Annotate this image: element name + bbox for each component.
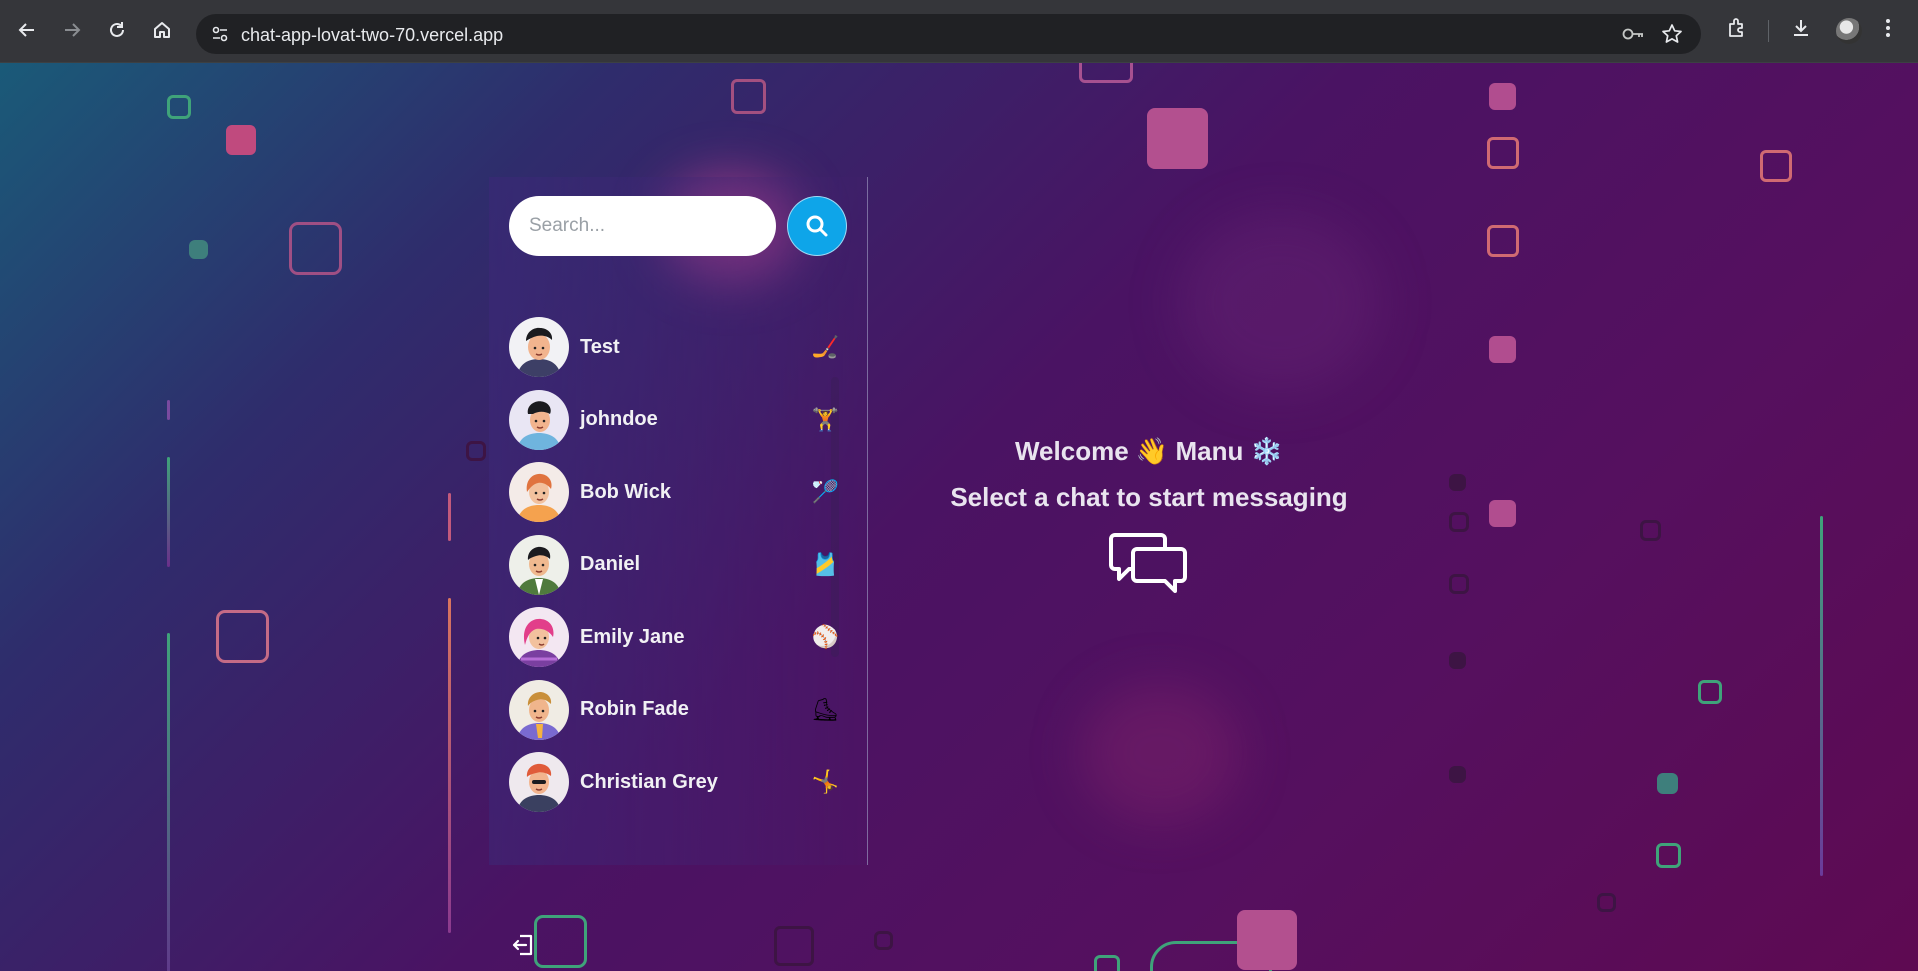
glow-blob (1080, 683, 1240, 823)
download-icon[interactable] (1789, 16, 1813, 45)
url-text: chat-app-lovat-two-70.vercel.app (241, 25, 504, 45)
contact-name: Daniel (580, 553, 641, 576)
cartwheel-emoji-icon: 🤸 (811, 769, 839, 795)
avatar (509, 462, 569, 523)
decor-square (1237, 910, 1297, 970)
avatar (509, 679, 569, 740)
contact-name: Emily Jane (580, 625, 685, 648)
decor-square (1640, 520, 1661, 541)
conversation-item[interactable]: johndoe 🏋 (509, 384, 839, 457)
search-icon (806, 215, 828, 237)
welcome-subtitle: Select a chat to start messaging (950, 482, 1348, 512)
chat-bubbles-icon (869, 531, 1429, 600)
glow-blob (1180, 213, 1380, 393)
decor-line (167, 400, 170, 420)
decor-square (216, 610, 269, 663)
decor-square (1079, 63, 1133, 83)
decor-square (1760, 150, 1792, 182)
browser-toolbar: chat-app-lovat-two-70.vercel.app (0, 0, 1918, 63)
back-icon[interactable] (13, 16, 41, 44)
weightlifter-emoji-icon: 🏋 (811, 406, 839, 432)
decor-square (466, 441, 486, 461)
conversation-list: Test 🏒 johndoe 🏋 Bob Wick 🏸 Daniel 🎽 Emi… (509, 311, 839, 819)
contact-name: Bob Wick (580, 480, 671, 503)
running-shirt-emoji-icon: 🎽 (811, 551, 839, 577)
home-icon[interactable] (148, 16, 176, 44)
decor-square (1147, 108, 1208, 169)
avatar (509, 389, 569, 450)
decor-square (1449, 652, 1466, 669)
contact-name: johndoe (580, 408, 658, 431)
reload-icon[interactable] (103, 16, 131, 44)
decor-square (189, 240, 208, 259)
forward-icon[interactable] (58, 16, 86, 44)
address-bar[interactable]: chat-app-lovat-two-70.vercel.app (196, 14, 1701, 54)
avatar (509, 752, 569, 813)
bookmark-star-icon[interactable] (1661, 23, 1683, 50)
avatar (509, 317, 569, 378)
conversation-item[interactable]: Daniel 🎽 (509, 529, 839, 602)
decor-square (1489, 336, 1516, 363)
decor-square (1656, 843, 1681, 868)
decor-square (874, 931, 893, 950)
contact-name: Test (580, 335, 620, 358)
site-info-icon[interactable] (210, 24, 230, 49)
decor-square (534, 915, 587, 968)
chat-sidebar: Test 🏒 johndoe 🏋 Bob Wick 🏸 (489, 177, 868, 956)
search-button[interactable] (787, 196, 847, 256)
snowflake-emoji-icon: ❄️ (1250, 436, 1284, 466)
conversation-item[interactable]: Robin Fade ⛸ (509, 674, 839, 747)
decor-square (289, 222, 342, 275)
contact-name: Robin Fade (580, 698, 689, 721)
decor-square (1449, 574, 1469, 594)
decor-square (1094, 955, 1120, 971)
welcome-panel: Welcome 👋 Manu ❄️ Select a chat to start… (869, 436, 1429, 600)
app-background: Test 🏒 johndoe 🏋 Bob Wick 🏸 (0, 63, 1918, 971)
contact-name: Christian Grey (580, 770, 718, 793)
ice-skate-emoji-icon: ⛸ (811, 696, 839, 722)
decor-square (1487, 225, 1519, 257)
avatar (509, 534, 569, 595)
decor-square (1657, 773, 1678, 794)
decor-line (448, 493, 451, 541)
avatar (509, 607, 569, 668)
decor-square (226, 125, 256, 155)
decor-line (167, 633, 170, 971)
conversation-item[interactable]: Bob Wick 🏸 (509, 456, 839, 529)
decor-square (1597, 893, 1616, 912)
decor-square (1449, 474, 1466, 491)
decor-square (1449, 512, 1469, 532)
logout-button[interactable] (510, 932, 536, 963)
logout-icon (512, 934, 533, 956)
decor-square (1489, 83, 1516, 110)
decor-square (1487, 137, 1519, 169)
welcome-heading: Welcome 👋 Manu ❄️ (869, 436, 1429, 474)
badminton-emoji-icon: 🏸 (811, 479, 839, 505)
decor-square (167, 95, 191, 119)
conversation-item[interactable]: Test 🏒 (509, 311, 839, 384)
password-key-icon[interactable] (1621, 24, 1645, 49)
decor-square (774, 926, 814, 966)
hockey-emoji-icon: 🏒 (811, 334, 839, 360)
decor-square (1449, 766, 1466, 783)
search-input[interactable] (509, 196, 776, 256)
decor-line (1820, 516, 1823, 876)
baseball-emoji-icon: ⚾ (811, 624, 839, 650)
conversation-item[interactable]: Emily Jane ⚾ (509, 601, 839, 674)
conversation-item[interactable]: Christian Grey 🤸 (509, 746, 839, 819)
decor-square (1698, 680, 1722, 704)
decor-square (1489, 500, 1516, 527)
menu-kebab-icon[interactable] (1884, 16, 1892, 45)
welcome-text: Welcome (1014, 436, 1129, 466)
decor-line (448, 598, 451, 933)
user-name: Manu (1175, 436, 1244, 466)
toolbar-divider (1768, 20, 1769, 42)
wave-emoji-icon: 👋 (1135, 436, 1169, 466)
profile-avatar[interactable] (1836, 18, 1862, 44)
decor-square (731, 79, 766, 114)
extensions-icon[interactable] (1725, 16, 1749, 45)
decor-line (167, 457, 170, 567)
